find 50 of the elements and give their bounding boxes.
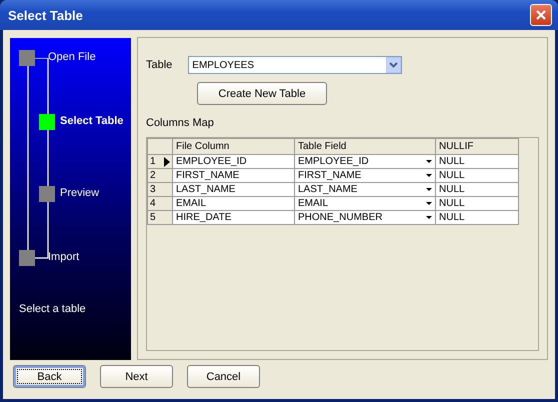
row-number: 2 xyxy=(150,170,156,181)
current-row-icon xyxy=(164,156,170,166)
row-header[interactable]: 5 xyxy=(148,210,172,224)
window-title: Select Table xyxy=(8,8,83,22)
table-cell: LAST_NAME xyxy=(172,182,294,196)
column-header[interactable]: NULLIF xyxy=(436,138,518,154)
row-header[interactable]: 3 xyxy=(148,182,172,196)
wizard-button[interactable]: Cancel xyxy=(187,365,260,388)
row-header[interactable]: 4 xyxy=(148,196,172,210)
row-number: 5 xyxy=(150,212,156,223)
table-cell: EMPLOYEE_ID xyxy=(172,154,294,168)
dropdown-arrow-icon xyxy=(426,188,432,191)
table-cell: NULL xyxy=(436,154,518,168)
step-label: Preview xyxy=(60,187,100,199)
column-header[interactable]: File Column xyxy=(172,138,294,154)
row-header[interactable]: 1 xyxy=(148,154,172,168)
table-cell[interactable]: PHONE_NUMBER xyxy=(294,210,436,224)
dropdown-arrow-icon xyxy=(426,202,432,205)
chevron-down-icon xyxy=(389,62,398,68)
dropdown-arrow-icon xyxy=(426,160,432,163)
wizard-button[interactable]: Next xyxy=(100,365,173,388)
table-cell: NULL xyxy=(436,182,518,196)
wizard-button[interactable]: Back xyxy=(13,365,86,388)
column-header[interactable]: Table Field xyxy=(294,138,436,154)
row-number: 4 xyxy=(150,198,156,209)
columns-map-label: Columns Map xyxy=(146,117,214,129)
step-label: Select Table xyxy=(60,115,124,127)
table-label: Table xyxy=(146,59,172,71)
table-cell[interactable]: EMPLOYEE_ID xyxy=(294,154,436,168)
dropdown-arrow-icon xyxy=(426,174,432,177)
table-cell: NULL xyxy=(436,196,518,210)
close-button[interactable] xyxy=(530,4,552,26)
table-cell[interactable]: LAST_NAME xyxy=(294,182,436,196)
table-cell: NULL xyxy=(436,168,518,182)
table-cell: EMAIL xyxy=(172,196,294,210)
row-number: 1 xyxy=(150,156,156,167)
dropdown-arrow-icon xyxy=(426,216,432,219)
table-cell[interactable]: FIRST_NAME xyxy=(294,168,436,182)
step-label: Open File xyxy=(48,51,96,63)
table-cell[interactable]: EMAIL xyxy=(294,196,436,210)
row-header[interactable]: 2 xyxy=(148,168,172,182)
step-label: Import xyxy=(48,251,80,263)
step-hint: Select a table xyxy=(19,303,86,315)
table-cell: NULL xyxy=(436,210,518,224)
create-table-button[interactable]: Create New Table xyxy=(197,82,327,105)
close-icon xyxy=(535,9,547,21)
table-cell: HIRE_DATE xyxy=(172,210,294,224)
table-cell: FIRST_NAME xyxy=(172,168,294,182)
row-number: 3 xyxy=(150,184,156,195)
table-dropdown[interactable]: EMPLOYEES xyxy=(188,56,402,74)
